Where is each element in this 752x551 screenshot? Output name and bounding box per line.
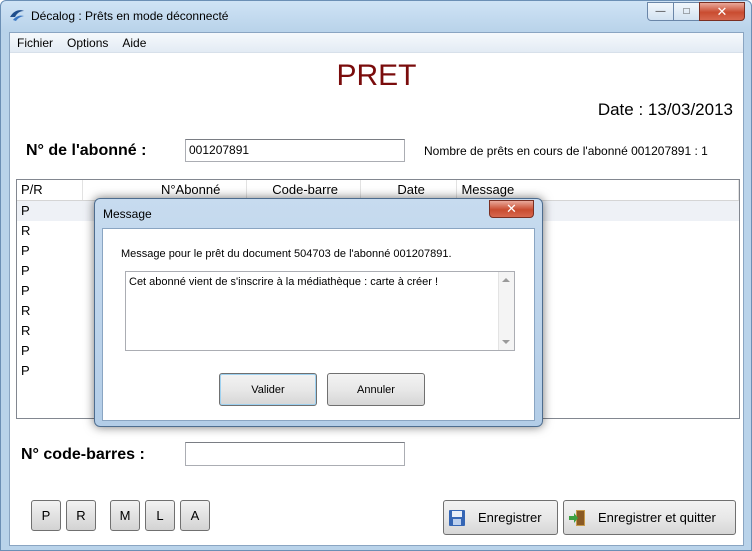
save-quit-button[interactable]: Enregistrer et quitter: [563, 500, 736, 535]
row-type: P: [21, 243, 30, 258]
textarea-scrollbar[interactable]: [498, 272, 514, 350]
m-button[interactable]: M: [110, 500, 140, 531]
code-barres-label: N° code-barres :: [21, 446, 145, 463]
minimize-button[interactable]: —: [647, 2, 674, 21]
column-header-pr[interactable]: P/R: [17, 180, 83, 200]
title-bar: Décalog : Prêts en mode déconnecté — □ ✕: [1, 1, 751, 31]
floppy-disk-icon: [449, 509, 465, 526]
l-button[interactable]: L: [145, 500, 175, 531]
save-button-label: Enregistrer: [478, 510, 542, 525]
dialog-textarea[interactable]: Cet abonné vient de s'inscrire à la médi…: [125, 271, 515, 351]
annuler-button[interactable]: Annuler: [327, 373, 425, 406]
menu-bar: Fichier Options Aide: [10, 33, 743, 53]
row-type: P: [21, 263, 30, 278]
message-dialog: Message ✕ Message pour le prêt du docume…: [94, 198, 543, 427]
menu-options[interactable]: Options: [60, 36, 115, 50]
row-type: P: [21, 363, 30, 378]
close-button[interactable]: ✕: [699, 2, 745, 21]
abonne-label: N° de l'abonné :: [26, 142, 147, 159]
scroll-down-icon[interactable]: [502, 340, 510, 344]
valider-button[interactable]: Valider: [219, 373, 317, 406]
dialog-close-button[interactable]: ✕: [489, 200, 534, 218]
maximize-button[interactable]: □: [673, 2, 700, 21]
save-button[interactable]: Enregistrer: [443, 500, 558, 535]
dialog-title: Message: [103, 207, 152, 221]
dialog-body: Message pour le prêt du document 504703 …: [102, 228, 535, 421]
date-label: Date : 13/03/2013: [597, 100, 733, 119]
save-quit-button-label: Enregistrer et quitter: [598, 510, 716, 525]
dialog-message: Message pour le prêt du document 504703 …: [121, 248, 452, 260]
decalog-logo-icon: [10, 10, 24, 21]
a-button[interactable]: A: [180, 500, 210, 531]
row-type: R: [21, 323, 31, 338]
code-barres-input[interactable]: [185, 442, 405, 466]
row-type: R: [21, 303, 31, 318]
dialog-text: Cet abonné vient de s'inscrire à la médi…: [129, 276, 439, 288]
pret-button[interactable]: P: [31, 500, 61, 531]
retour-button[interactable]: R: [66, 500, 96, 531]
column-header-codebarre[interactable]: Code-barre: [247, 180, 362, 200]
column-header-message[interactable]: Message: [457, 180, 739, 200]
column-header-date[interactable]: Date: [361, 180, 458, 200]
column-header-abonne[interactable]: N°Abonné: [83, 180, 248, 200]
row-type: P: [21, 343, 30, 358]
row-type: P: [21, 203, 30, 218]
row-type: R: [21, 223, 31, 238]
exit-door-icon: [569, 509, 585, 526]
menu-aide[interactable]: Aide: [115, 36, 153, 50]
scroll-up-icon[interactable]: [502, 278, 510, 282]
row-type: P: [21, 283, 30, 298]
loan-count-label: Nombre de prêts en cours de l'abonné 001…: [424, 144, 708, 158]
abonne-input[interactable]: 001207891: [185, 139, 405, 162]
menu-fichier[interactable]: Fichier: [10, 36, 60, 50]
window-title: Décalog : Prêts en mode déconnecté: [31, 9, 229, 23]
page-title: PRET: [336, 59, 417, 92]
